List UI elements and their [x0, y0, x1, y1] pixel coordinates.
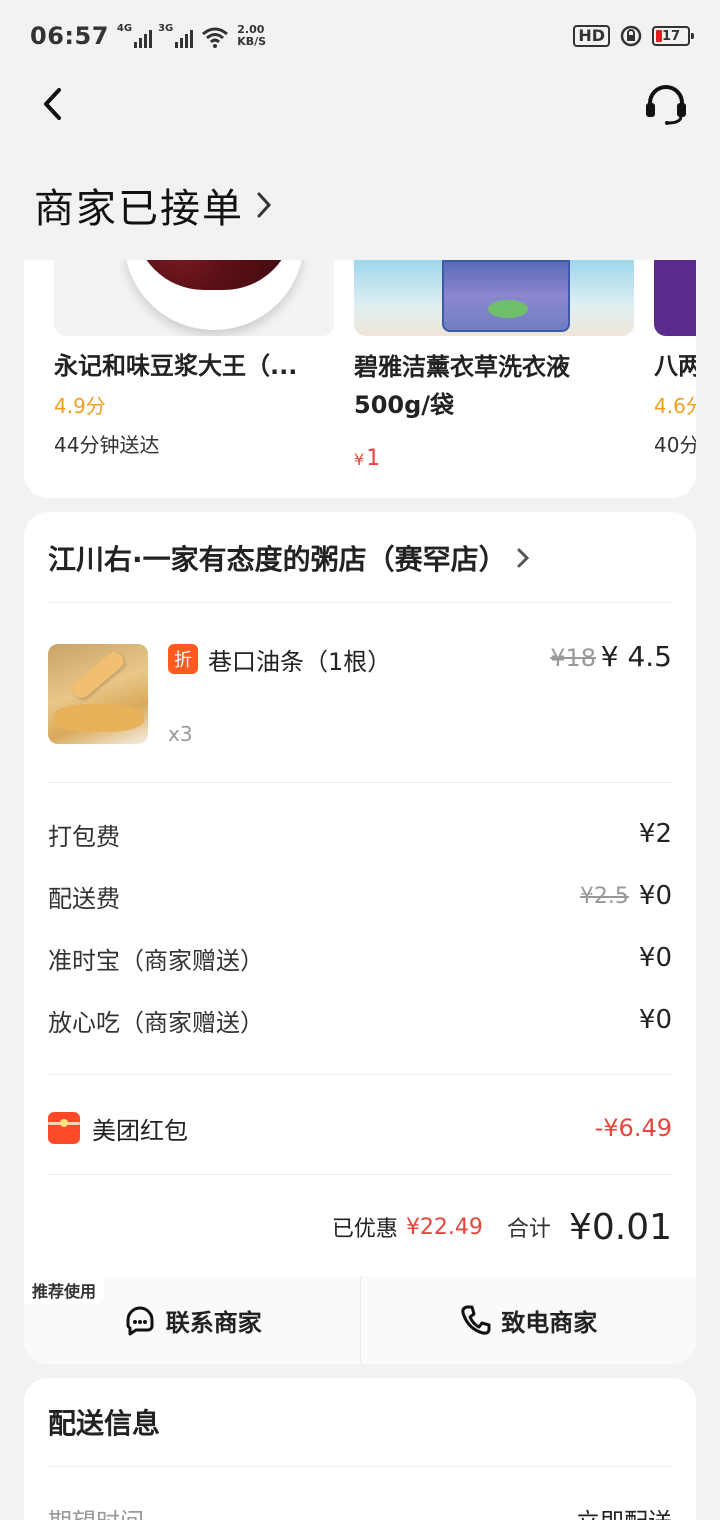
item-name: 巷口油条（1根）	[208, 648, 392, 676]
battery-level: 17	[661, 28, 681, 44]
wifi-icon	[202, 27, 229, 48]
fee-row-delivery: 配送费 ¥2.5 ¥0	[48, 876, 672, 916]
chat-icon	[126, 1306, 154, 1336]
network-speed: 2.00 KB/S	[237, 24, 266, 48]
hd-badge: HD	[573, 25, 610, 47]
net-type-2: 3G	[158, 23, 174, 34]
red-packet-row: 美团红包 -¥6.49	[48, 1108, 672, 1148]
recommendation-item[interactable]: 八两 4.6分 40分	[654, 260, 696, 471]
total-label: 合计	[506, 1217, 551, 1242]
recommendation-carousel: 永记和味豆浆大王（... 4.9分 44分钟送达 碧雅洁薰衣草洗衣液500g/袋…	[24, 260, 696, 498]
item-original-price: ¥18	[550, 644, 596, 672]
action-bar: 推荐使用 联系商家 致电商家	[24, 1276, 696, 1364]
delivery-info-card: 配送信息 期望时间 立即配送	[24, 1378, 696, 1520]
call-merchant-label: 致电商家	[501, 1308, 598, 1337]
order-detail-card: 江川右·一家有态度的粥店（赛罕店） 折 巷口油条（1根） x3 ¥18 ¥ 4.…	[24, 512, 696, 1364]
price-value: 1	[366, 446, 381, 471]
saved-label: 已优惠	[331, 1217, 398, 1242]
fee-label: 打包费	[48, 822, 120, 851]
divider	[48, 782, 672, 783]
discount-badge: 折	[168, 644, 198, 674]
recommendation-image	[354, 260, 634, 336]
network-indicator: 4G 3G 2.00 KB/S	[117, 24, 266, 48]
fee-value: ¥0	[638, 943, 672, 973]
fee-label: 配送费	[48, 884, 120, 913]
item-quantity: x3	[168, 722, 193, 746]
divider	[48, 1074, 672, 1075]
order-item[interactable]: 折 巷口油条（1根） x3 ¥18 ¥ 4.5	[48, 640, 672, 746]
recommendation-eta: 40分	[654, 433, 696, 457]
battery-indicator: 17	[652, 26, 694, 46]
fee-original: ¥2.5	[579, 883, 629, 909]
recommendation-name: 八两	[654, 352, 696, 380]
recommend-tag: 推荐使用	[24, 1276, 105, 1304]
rotation-lock-icon	[620, 25, 642, 47]
price-symbol: ¥	[354, 450, 365, 469]
recommendation-track: 永记和味豆浆大王（... 4.9分 44分钟送达 碧雅洁薰衣草洗衣液500g/袋…	[54, 260, 696, 471]
total-value: ¥0.01	[568, 1206, 672, 1248]
fee-label: 放心吃（商家赠送）	[48, 1008, 264, 1037]
red-packet-value: -¥6.49	[594, 1114, 672, 1142]
red-packet-icon	[48, 1112, 80, 1144]
recommendation-name: 永记和味豆浆大王（...	[54, 352, 298, 380]
recommendation-image	[54, 260, 334, 336]
back-button[interactable]	[30, 82, 74, 126]
customer-service-button[interactable]	[642, 80, 690, 128]
net-type-1: 4G	[116, 23, 133, 34]
fee-label: 准时宝（商家赠送）	[48, 946, 264, 975]
order-status-text: 商家已接单	[34, 186, 244, 232]
item-image	[48, 644, 148, 744]
store-name: 江川右·一家有态度的粥店（赛罕店）	[48, 543, 507, 576]
recommendation-item[interactable]: 永记和味豆浆大王（... 4.9分 44分钟送达	[54, 260, 334, 471]
contact-merchant-button[interactable]: 推荐使用 联系商家	[24, 1276, 360, 1364]
divider	[48, 1466, 672, 1467]
recommendation-score: 4.9分	[54, 394, 106, 418]
delivery-time-row: 期望时间 立即配送	[48, 1502, 672, 1520]
recommendation-price: ¥1	[354, 446, 634, 471]
headset-icon	[646, 85, 686, 125]
recommendation-score: 4.6分	[654, 394, 696, 418]
saved-value: ¥22.49	[405, 1214, 483, 1240]
divider	[48, 602, 672, 603]
recommendation-eta: 44分钟送达	[54, 433, 160, 457]
nav-bar	[0, 72, 720, 136]
fee-value: ¥0	[638, 1005, 672, 1035]
call-merchant-button[interactable]: 致电商家	[359, 1276, 697, 1364]
order-total: 已优惠 ¥22.49 合计 ¥0.01	[332, 1202, 672, 1252]
phone-icon	[461, 1305, 491, 1335]
status-bar: 06:57 4G 3G 2.00 KB/S HD 17	[0, 0, 720, 72]
store-link[interactable]: 江川右·一家有态度的粥店（赛罕店）	[48, 536, 672, 580]
chevron-right-icon	[517, 548, 529, 568]
fee-row-ontime: 准时宝（商家赠送） ¥0	[48, 938, 672, 978]
status-time: 06:57	[30, 22, 109, 50]
chevron-right-icon	[257, 192, 272, 218]
item-price: ¥ 4.5	[600, 640, 672, 673]
signal-bars-icon-2	[175, 30, 194, 48]
delivery-title: 配送信息	[48, 1407, 161, 1440]
red-packet-label: 美团红包	[92, 1116, 188, 1145]
contact-merchant-label: 联系商家	[165, 1308, 262, 1337]
recommendation-image	[654, 260, 696, 336]
delivery-time-label: 期望时间	[48, 1502, 144, 1520]
order-status-link[interactable]: 商家已接单	[34, 176, 272, 234]
back-arrow-icon	[44, 88, 61, 120]
speed-unit: KB/S	[237, 35, 267, 48]
signal-bars-icon	[134, 30, 153, 48]
recommendation-name: 碧雅洁薰衣草洗衣液500g/袋	[354, 353, 570, 419]
fee-row-safe-eat: 放心吃（商家赠送） ¥0	[48, 1000, 672, 1040]
delivery-time-value: 立即配送	[576, 1502, 672, 1520]
fee-value: ¥2	[638, 819, 672, 849]
fee-value: ¥0	[638, 881, 672, 911]
recommendation-item[interactable]: 碧雅洁薰衣草洗衣液500g/袋 ¥1	[354, 260, 634, 471]
fee-row-packaging: 打包费 ¥2	[48, 814, 672, 854]
divider	[48, 1174, 672, 1175]
